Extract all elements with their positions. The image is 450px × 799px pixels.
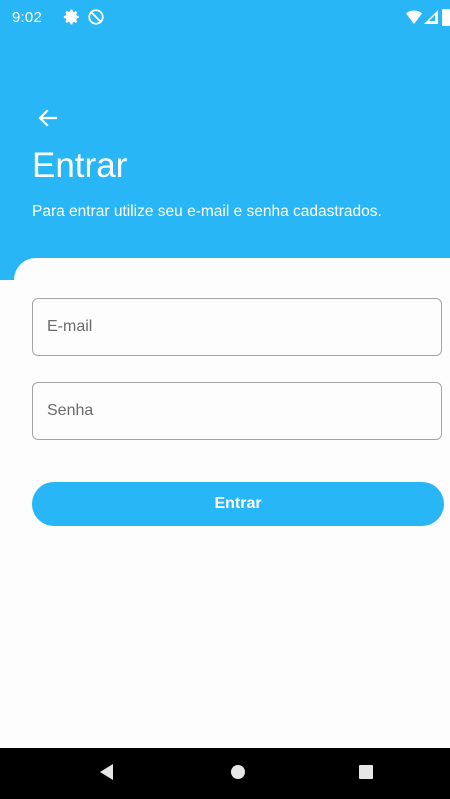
do-not-disturb-icon <box>87 8 105 26</box>
header-panel: 9:02 Entrar Para entrar utilize seu e-ma… <box>0 0 450 290</box>
nav-home-button[interactable] <box>224 760 252 788</box>
page-subtitle: Para entrar utilize seu e-mail e senha c… <box>32 203 382 220</box>
status-bar: 9:02 <box>0 0 450 38</box>
password-input[interactable] <box>47 383 427 439</box>
arrow-left-icon <box>36 106 60 135</box>
recents-square-icon <box>358 764 374 785</box>
home-circle-icon <box>230 764 246 785</box>
navigation-bar <box>0 748 450 799</box>
email-input[interactable] <box>47 299 427 355</box>
login-screen: 9:02 Entrar Para entrar utilize seu e-ma… <box>0 0 450 799</box>
back-button[interactable] <box>28 100 68 140</box>
page-title: Entrar <box>32 146 128 185</box>
password-field[interactable] <box>32 382 442 440</box>
wifi-icon <box>406 10 422 24</box>
email-field[interactable] <box>32 298 442 356</box>
nav-back-button[interactable] <box>93 760 121 788</box>
settings-icon <box>63 8 81 26</box>
login-button[interactable]: Entrar <box>32 482 444 526</box>
status-time: 9:02 <box>12 9 42 26</box>
battery-icon <box>442 8 450 26</box>
signal-icon <box>424 10 438 24</box>
back-triangle-icon <box>99 763 115 786</box>
form-card-fill <box>0 280 20 748</box>
nav-recents-button[interactable] <box>352 760 380 788</box>
